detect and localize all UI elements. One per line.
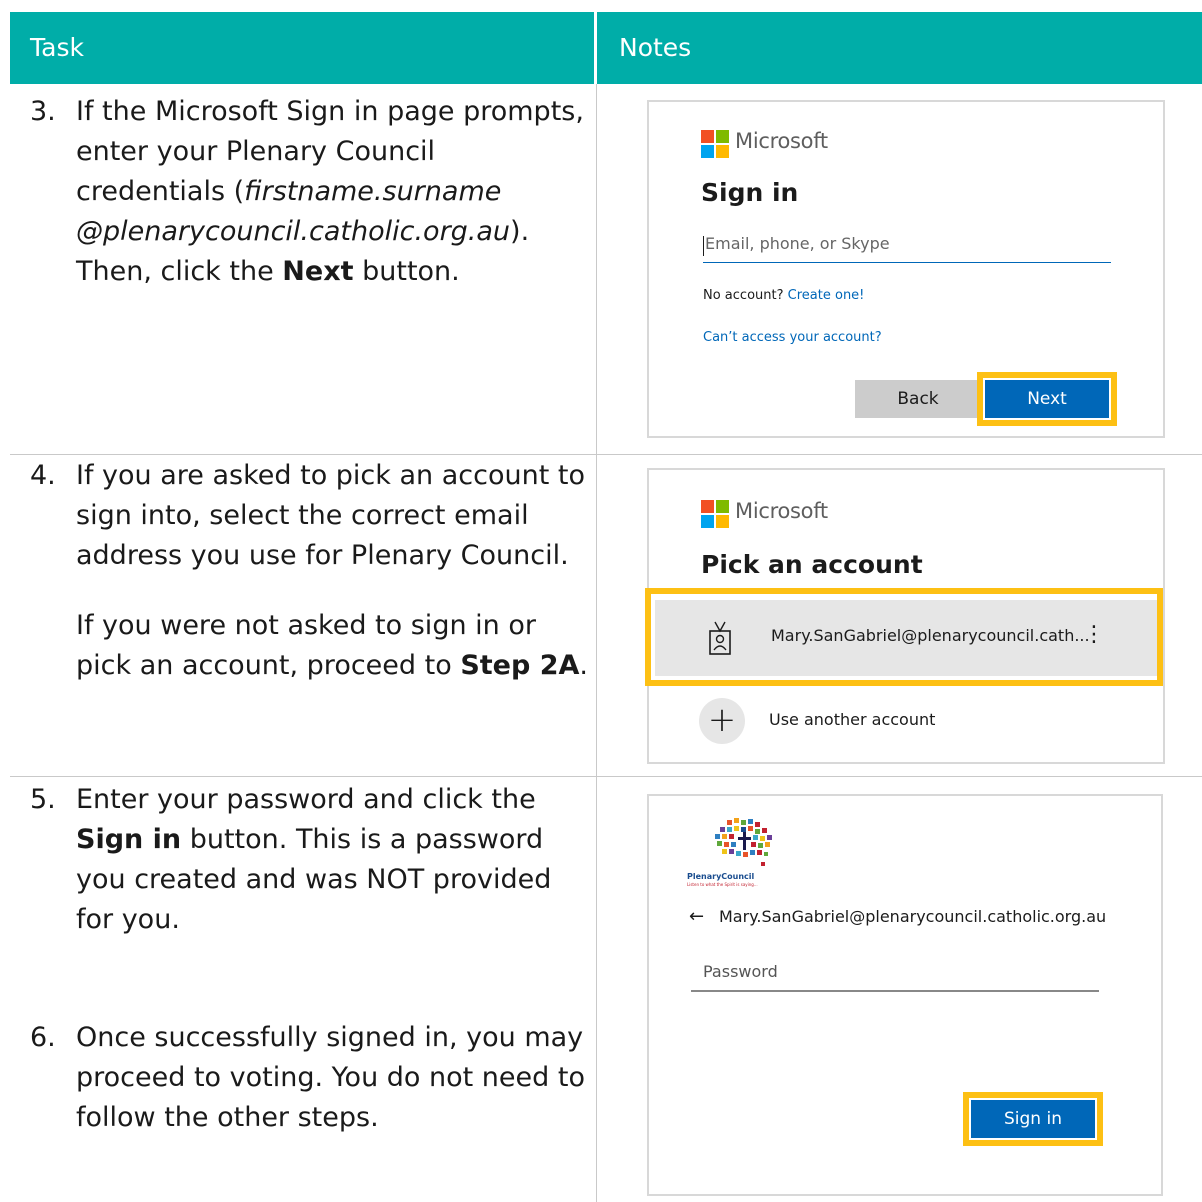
back-arrow-icon[interactable]: ← <box>689 906 704 927</box>
task-column-header: Task <box>10 12 594 84</box>
logo-wordmark: PlenaryCouncil <box>687 872 755 881</box>
account-email: Mary.SanGabriel@plenarycouncil.catholic.… <box>719 907 1107 926</box>
step-line: Enter your password and click the <box>76 784 536 815</box>
back-button[interactable]: Back <box>855 380 981 418</box>
step-line: you created and was NOT provided <box>76 864 552 895</box>
step-line: sign into, select the correct email <box>76 500 529 531</box>
step-line: credentials (firstname.surname <box>76 176 502 207</box>
step-line: address you use for Plenary Council. <box>76 540 569 571</box>
microsoft-logo-icon <box>701 500 729 528</box>
notes-header-label: Notes <box>619 33 692 62</box>
account-highlight <box>645 588 1163 686</box>
create-account-link[interactable]: Create one! <box>788 288 865 303</box>
step-number: 5. <box>30 784 56 815</box>
card-title: Sign in <box>701 178 799 207</box>
logo-tagline: Listen to what the Spirit is saying... <box>687 882 758 887</box>
step-line: Once successfully signed in, you may <box>76 1022 584 1053</box>
cant-access-link[interactable]: Can’t access your account? <box>703 330 882 345</box>
password-field[interactable]: Password <box>691 956 1099 992</box>
step-line: If you were not asked to sign in or <box>76 610 536 641</box>
sign-in-button[interactable]: Sign in <box>971 1100 1095 1138</box>
no-account-text: No account? Create one! <box>703 288 865 303</box>
step-line: follow the other steps. <box>76 1102 379 1133</box>
step-number: 3. <box>30 96 56 127</box>
text-cursor <box>703 236 704 256</box>
step-line: Sign in button. This is a password <box>76 824 544 855</box>
plenary-council-logo-icon <box>715 818 772 866</box>
row-divider-1 <box>10 454 1202 455</box>
step-line: for you. <box>76 904 180 935</box>
password-screenshot: PlenaryCouncil Listen to what the Spirit… <box>647 794 1163 1196</box>
step-5: 5. Enter your password and click the Sig… <box>30 780 590 950</box>
brand-name: Microsoft <box>735 129 828 153</box>
step-line: If you are asked to pick an account to <box>76 460 585 491</box>
task-header-label: Task <box>30 33 84 62</box>
step-line: Then, click the Next button. <box>76 256 460 287</box>
card-title: Pick an account <box>701 550 923 579</box>
step-line: If the Microsoft Sign in page prompts, <box>76 96 584 127</box>
step-line: proceed to voting. You do not need to <box>76 1062 585 1093</box>
add-account-icon[interactable]: + <box>699 698 745 744</box>
column-divider <box>596 84 597 1202</box>
step-3: 3. If the Microsoft Sign in page prompts… <box>30 92 590 302</box>
step-4: 4. If you are asked to pick an account t… <box>30 456 590 696</box>
row-divider-2 <box>10 776 1202 777</box>
step-line: @plenarycouncil.catholic.org.au). <box>76 216 530 247</box>
next-button[interactable]: Next <box>985 380 1109 418</box>
plus-icon: + <box>707 700 737 740</box>
email-field[interactable]: Email, phone, or Skype <box>703 230 1111 263</box>
step-number: 6. <box>30 1022 56 1053</box>
notes-column-header: Notes <box>597 12 1202 84</box>
signin-screenshot: Microsoft Sign in Email, phone, or Skype… <box>647 100 1165 438</box>
microsoft-logo-icon <box>701 130 729 158</box>
password-placeholder: Password <box>703 962 778 981</box>
pick-account-screenshot: Microsoft Pick an account Mary.SanGabrie… <box>645 468 1165 764</box>
step-line: enter your Plenary Council <box>76 136 436 167</box>
use-another-account[interactable]: Use another account <box>769 710 935 729</box>
step-line: pick an account, proceed to Step 2A. <box>76 650 588 681</box>
step-number: 4. <box>30 460 56 491</box>
brand-name: Microsoft <box>735 499 828 523</box>
email-placeholder: Email, phone, or Skype <box>705 234 890 253</box>
step-6: 6. Once successfully signed in, you may … <box>30 1018 596 1148</box>
